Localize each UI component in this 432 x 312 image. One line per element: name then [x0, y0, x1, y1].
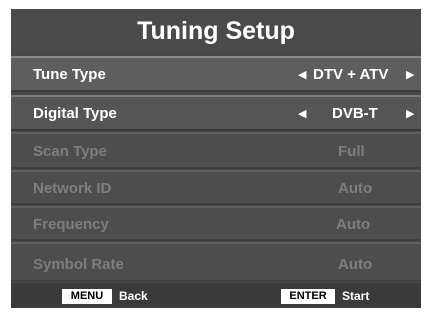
- footer-bar: MENU Back ENTER Start: [11, 283, 421, 308]
- menu-item-scan-type: Scan Type Full: [11, 132, 421, 169]
- right-arrow-icon[interactable]: ▶: [406, 97, 414, 131]
- menu-item-label: Network ID: [33, 180, 112, 197]
- start-label: Start: [342, 289, 370, 303]
- symbol-rate-value: Auto: [338, 256, 373, 273]
- menu-item-tune-type[interactable]: Tune Type ◀ DTV + ATV ▶: [11, 56, 421, 92]
- tuning-setup-menu: Tuning Setup Tune Type ◀ DTV + ATV ▶ Dig…: [11, 9, 421, 308]
- back-label: Back: [119, 289, 148, 303]
- menu-item-frequency: Frequency Auto: [11, 206, 421, 241]
- menu-item-label: Tune Type: [33, 66, 106, 83]
- menu-key[interactable]: MENU: [62, 289, 112, 304]
- left-arrow-icon[interactable]: ◀: [298, 97, 306, 131]
- scan-type-value: Full: [338, 143, 365, 160]
- tune-type-value: DTV + ATV: [313, 66, 389, 83]
- menu-item-label: Digital Type: [33, 105, 117, 122]
- menu-item-label: Frequency: [33, 216, 109, 233]
- menu-item-symbol-rate: Symbol Rate Auto: [11, 242, 421, 282]
- menu-item-label: Symbol Rate: [33, 256, 124, 273]
- enter-key[interactable]: ENTER: [281, 289, 335, 304]
- menu-item-digital-type[interactable]: Digital Type ◀ DVB-T ▶: [11, 95, 421, 131]
- menu-title: Tuning Setup: [11, 9, 421, 53]
- right-arrow-icon[interactable]: ▶: [406, 58, 414, 92]
- digital-type-value: DVB-T: [332, 105, 378, 122]
- frequency-value: Auto: [336, 216, 371, 233]
- menu-item-label: Scan Type: [33, 143, 107, 160]
- network-id-value: Auto: [338, 180, 373, 197]
- menu-item-network-id: Network ID Auto: [11, 170, 421, 205]
- left-arrow-icon[interactable]: ◀: [298, 58, 306, 92]
